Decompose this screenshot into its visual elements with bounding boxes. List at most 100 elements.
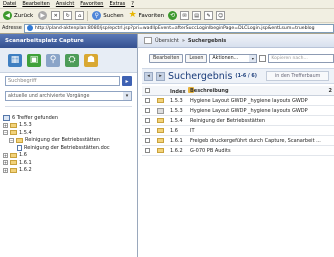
tree-node[interactable]: Reinigung der Betriebsstätten.doc [3, 144, 136, 152]
tree-node-label: 1.5.4 [19, 129, 32, 136]
toolbar-separator [87, 10, 89, 21]
table-row[interactable]: 1.6 IT [142, 126, 334, 136]
col-desc[interactable]: Beschreibung [190, 88, 324, 94]
cell-desc: Hygiene Layout GWDP _hygiene layouts GWD… [190, 97, 308, 104]
folder-icon [156, 98, 164, 103]
print-icon[interactable]: ▤ [192, 11, 202, 20]
back-button[interactable]: ◀ Zurück [2, 10, 34, 21]
search-button[interactable]: ⚲ Suchen [91, 10, 124, 21]
cell-desc: Freigeb druckergeführt durch Capture, Sc… [190, 137, 321, 144]
folder-icon [10, 122, 17, 128]
col-index[interactable]: Index [168, 86, 194, 95]
tree-node-label: Reinigung der Betriebsstätten [25, 137, 101, 144]
results-count: (1-6 / 6) [235, 73, 257, 79]
users-icon[interactable]: ☗ [84, 53, 98, 67]
edit-button[interactable]: Bearbeiten [149, 53, 184, 63]
tree-node[interactable]: + 1.6.1 [3, 159, 136, 167]
network-icon[interactable]: ⛭ [65, 53, 79, 67]
tree-node[interactable]: + 1.6.2 [3, 167, 136, 175]
tab-tree[interactable]: in den Trefferbaum [265, 71, 330, 81]
folder-icon [10, 167, 17, 173]
refresh-icon[interactable]: ↻ [63, 11, 73, 20]
search-go-button[interactable]: ▸ [122, 76, 132, 86]
table-row[interactable]: 1.6.2 G-070 PB Audits [142, 146, 334, 156]
menu-help[interactable]: ? [131, 1, 134, 7]
overview-icon [144, 37, 152, 44]
results-title: Suchergebnis [168, 70, 233, 82]
folder-icon [10, 160, 17, 166]
expand-icon[interactable]: + [3, 160, 8, 166]
edit-icon[interactable]: ✎ [204, 11, 214, 20]
back-label: Zurück [14, 12, 34, 19]
menu-bearbeiten[interactable]: Bearbeiten [22, 1, 49, 7]
menu-datei[interactable]: Datei [3, 1, 16, 7]
table-row[interactable]: 1.5.4 Reinigung der Betriebsstätten [142, 116, 334, 126]
chevron-down-icon: ▾ [123, 92, 131, 100]
row-checkbox[interactable] [144, 138, 150, 143]
favorites-label: Favoriten [138, 12, 165, 19]
copy-checkbox[interactable] [259, 54, 267, 62]
scope-value: aktuelle und archivierte Vorgänge [8, 93, 90, 99]
messenger-icon[interactable]: ☺ [216, 11, 226, 20]
archive-icon[interactable]: ▣ [27, 53, 41, 67]
row-checkbox[interactable] [144, 98, 150, 103]
breadcrumb-separator: » [181, 37, 185, 44]
menu-extras[interactable]: Extras [109, 1, 125, 7]
home-icon[interactable]: ⌂ [75, 11, 85, 20]
folder-icon [156, 128, 164, 133]
copy-target-field[interactable]: Kopieren nach... [268, 53, 334, 63]
search-label: Suchen [103, 12, 124, 19]
forward-button[interactable]: ▶ [37, 10, 48, 21]
tree-node[interactable]: + 1.5.3 [3, 122, 136, 130]
folder-icon [10, 152, 17, 158]
next-icon[interactable]: ▸ [156, 71, 165, 81]
cell-index: 1.5.3 [170, 107, 183, 114]
breadcrumb-root[interactable]: Übersicht [155, 38, 179, 44]
tree-node-label: 1.6.1 [19, 159, 32, 166]
menu-ansicht[interactable]: Ansicht [56, 1, 74, 7]
address-url: http://pland-aktenplan:8080/jsp/epctrl.j… [34, 25, 315, 31]
collapse-icon[interactable]: − [3, 130, 8, 136]
document-icon [17, 144, 22, 151]
scope-select[interactable]: aktuelle und archivierte Vorgänge ▾ [5, 91, 132, 101]
prev-icon[interactable]: ◂ [144, 71, 153, 81]
expand-icon[interactable]: + [3, 122, 8, 128]
row-checkbox[interactable] [144, 118, 150, 123]
menu-favoriten[interactable]: Favoriten [80, 1, 103, 7]
select-all-checkbox[interactable] [144, 88, 150, 93]
cell-index: 1.6 [170, 127, 178, 134]
favorites-button[interactable]: ★ Favoriten [128, 10, 166, 21]
tree-node[interactable]: − Reinigung der Betriebsstätten [3, 137, 136, 145]
table-row[interactable]: 1.6.1 Freigeb druckergeführt durch Captu… [142, 136, 334, 146]
search-input[interactable]: Suchbegriff [5, 76, 120, 86]
result-tree: 6 Treffer gefunden + 1.5.3 − 1.5.4 − Rei… [3, 114, 136, 174]
row-checkbox[interactable] [144, 148, 150, 153]
cell-desc: G-070 PB Audits [190, 147, 231, 154]
breadcrumb: Übersicht » Suchergebnis [138, 34, 334, 48]
tree-node[interactable]: + 1.6 [3, 152, 136, 160]
tree-summary-label: 6 Treffer gefunden [12, 114, 59, 121]
expand-icon[interactable]: + [3, 167, 8, 173]
row-checkbox[interactable] [144, 108, 150, 113]
table-row[interactable]: 1.5.3 Hygiene Layout GWDP _hygiene layou… [142, 106, 334, 116]
table-row[interactable]: 1.5.3 Hygiene Layout GWDP _hygiene layou… [142, 96, 334, 106]
actions-select[interactable]: Aktionen... ▾ [209, 53, 258, 63]
stop-icon[interactable]: ✕ [51, 11, 61, 20]
expand-icon[interactable]: + [3, 152, 8, 158]
scanner-icon[interactable]: ▦ [8, 53, 22, 67]
address-label: Adresse [2, 25, 22, 31]
magnifier-icon[interactable]: ⚲ [46, 53, 60, 67]
address-field[interactable]: http://pland-aktenplan:8080/jsp/epctrl.j… [23, 23, 334, 33]
cell-index: 1.5.4 [170, 117, 183, 124]
tree-node[interactable]: − 1.5.4 [3, 129, 136, 137]
read-button[interactable]: Lesen [185, 53, 208, 63]
history-icon[interactable]: ⟲ [168, 11, 178, 20]
mail-icon[interactable]: ✉ [180, 11, 190, 20]
folder-icon [156, 118, 164, 123]
actions-value: Aktionen... [212, 55, 239, 61]
browser-toolbar: ◀ Zurück ▶ ✕ ↻ ⌂ ⚲ Suchen ★ Favoriten ⟲ … [0, 9, 334, 23]
cell-index: 1.6.1 [170, 137, 183, 144]
collapse-icon[interactable]: − [9, 137, 14, 143]
row-checkbox[interactable] [144, 128, 150, 133]
forward-arrow-icon: ▶ [38, 11, 48, 20]
